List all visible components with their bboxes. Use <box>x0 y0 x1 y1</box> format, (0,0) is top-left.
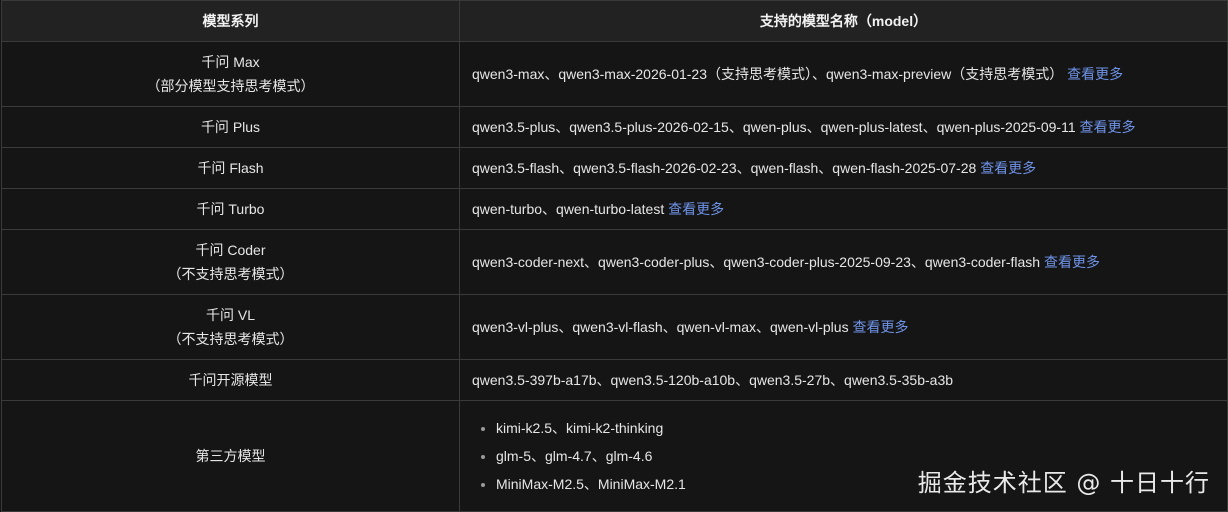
series-cell: 千问 Plus <box>1 106 460 148</box>
header-model-names: 支持的模型名称（model） <box>459 0 1228 42</box>
watermark: 掘金技术社区 @ 十日十行 <box>917 469 1210 497</box>
table-row: 千问 Plus qwen3.5-plus、qwen3.5-plus-2026-0… <box>1 106 1228 148</box>
series-cell: 第三方模型 <box>1 400 460 512</box>
series-cell: 千问 Coder （不支持思考模式） <box>1 229 460 295</box>
models-text: qwen3-max、qwen3-max-2026-01-23（支持思考模式）、q… <box>472 66 1064 82</box>
series-name: 千问 Flash <box>197 160 264 176</box>
models-cell: qwen3.5-plus、qwen3.5-plus-2026-02-15、qwe… <box>459 106 1228 148</box>
series-cell: 千问 Max （部分模型支持思考模式） <box>1 41 460 107</box>
series-name: 千问 Max <box>201 54 260 70</box>
table-header-row: 模型系列 支持的模型名称（model） <box>1 0 1228 42</box>
models-cell: qwen3-vl-plus、qwen3-vl-flash、qwen-vl-max… <box>459 294 1228 360</box>
view-more-link[interactable]: 查看更多 <box>1067 66 1123 82</box>
view-more-link[interactable]: 查看更多 <box>980 160 1036 176</box>
table-row: 千问 Max （部分模型支持思考模式） qwen3-max、qwen3-max-… <box>1 41 1228 107</box>
models-cell: qwen3-max、qwen3-max-2026-01-23（支持思考模式）、q… <box>459 41 1228 107</box>
table-row: 千问 Coder （不支持思考模式） qwen3-coder-next、qwen… <box>1 229 1228 295</box>
series-name: 千问开源模型 <box>188 372 273 388</box>
view-more-link[interactable]: 查看更多 <box>852 319 908 335</box>
table-row: 千问 Turbo qwen-turbo、qwen-turbo-latest 查看… <box>1 188 1228 230</box>
series-name: 千问 Coder <box>195 242 266 258</box>
table-row: 千问 VL （不支持思考模式） qwen3-vl-plus、qwen3-vl-f… <box>1 294 1228 360</box>
models-text: qwen3-coder-next、qwen3-coder-plus、qwen3-… <box>472 254 1041 270</box>
series-name: 千问 Turbo <box>196 201 265 217</box>
view-more-link[interactable]: 查看更多 <box>668 201 724 217</box>
model-table: 模型系列 支持的模型名称（model） 千问 Max （部分模型支持思考模式） … <box>1 0 1228 512</box>
series-name: 第三方模型 <box>195 448 266 464</box>
models-text: qwen-turbo、qwen-turbo-latest <box>472 201 665 217</box>
list-item: kimi-k2.5、kimi-k2-thinking <box>496 414 1227 442</box>
view-more-link[interactable]: 查看更多 <box>1044 254 1100 270</box>
models-cell: qwen3.5-flash、qwen3.5-flash-2026-02-23、q… <box>459 147 1228 189</box>
table-row: 千问开源模型 qwen3.5-397b-a17b、qwen3.5-120b-a1… <box>1 359 1228 401</box>
series-name: 千问 Plus <box>200 119 261 135</box>
models-cell: qwen3.5-397b-a17b、qwen3.5-120b-a10b、qwen… <box>459 359 1228 401</box>
models-cell: qwen-turbo、qwen-turbo-latest 查看更多 <box>459 188 1228 230</box>
models-cell: qwen3-coder-next、qwen3-coder-plus、qwen3-… <box>459 229 1228 295</box>
series-name: 千问 VL <box>205 307 255 323</box>
series-note: （不支持思考模式） <box>167 266 294 282</box>
series-cell: 千问 Flash <box>1 147 460 189</box>
models-text: qwen3.5-plus、qwen3.5-plus-2026-02-15、qwe… <box>472 119 1076 135</box>
header-model-series: 模型系列 <box>1 0 460 42</box>
series-cell: 千问 Turbo <box>1 188 460 230</box>
series-cell: 千问开源模型 <box>1 359 460 401</box>
series-cell: 千问 VL （不支持思考模式） <box>1 294 460 360</box>
models-text: qwen3.5-397b-a17b、qwen3.5-120b-a10b、qwen… <box>472 372 954 388</box>
models-text: qwen3-vl-plus、qwen3-vl-flash、qwen-vl-max… <box>472 319 849 335</box>
series-note: （部分模型支持思考模式） <box>146 78 315 94</box>
view-more-link[interactable]: 查看更多 <box>1080 119 1136 135</box>
table-row: 千问 Flash qwen3.5-flash、qwen3.5-flash-202… <box>1 147 1228 189</box>
series-note: （不支持思考模式） <box>167 331 294 347</box>
models-text: qwen3.5-flash、qwen3.5-flash-2026-02-23、q… <box>472 160 977 176</box>
